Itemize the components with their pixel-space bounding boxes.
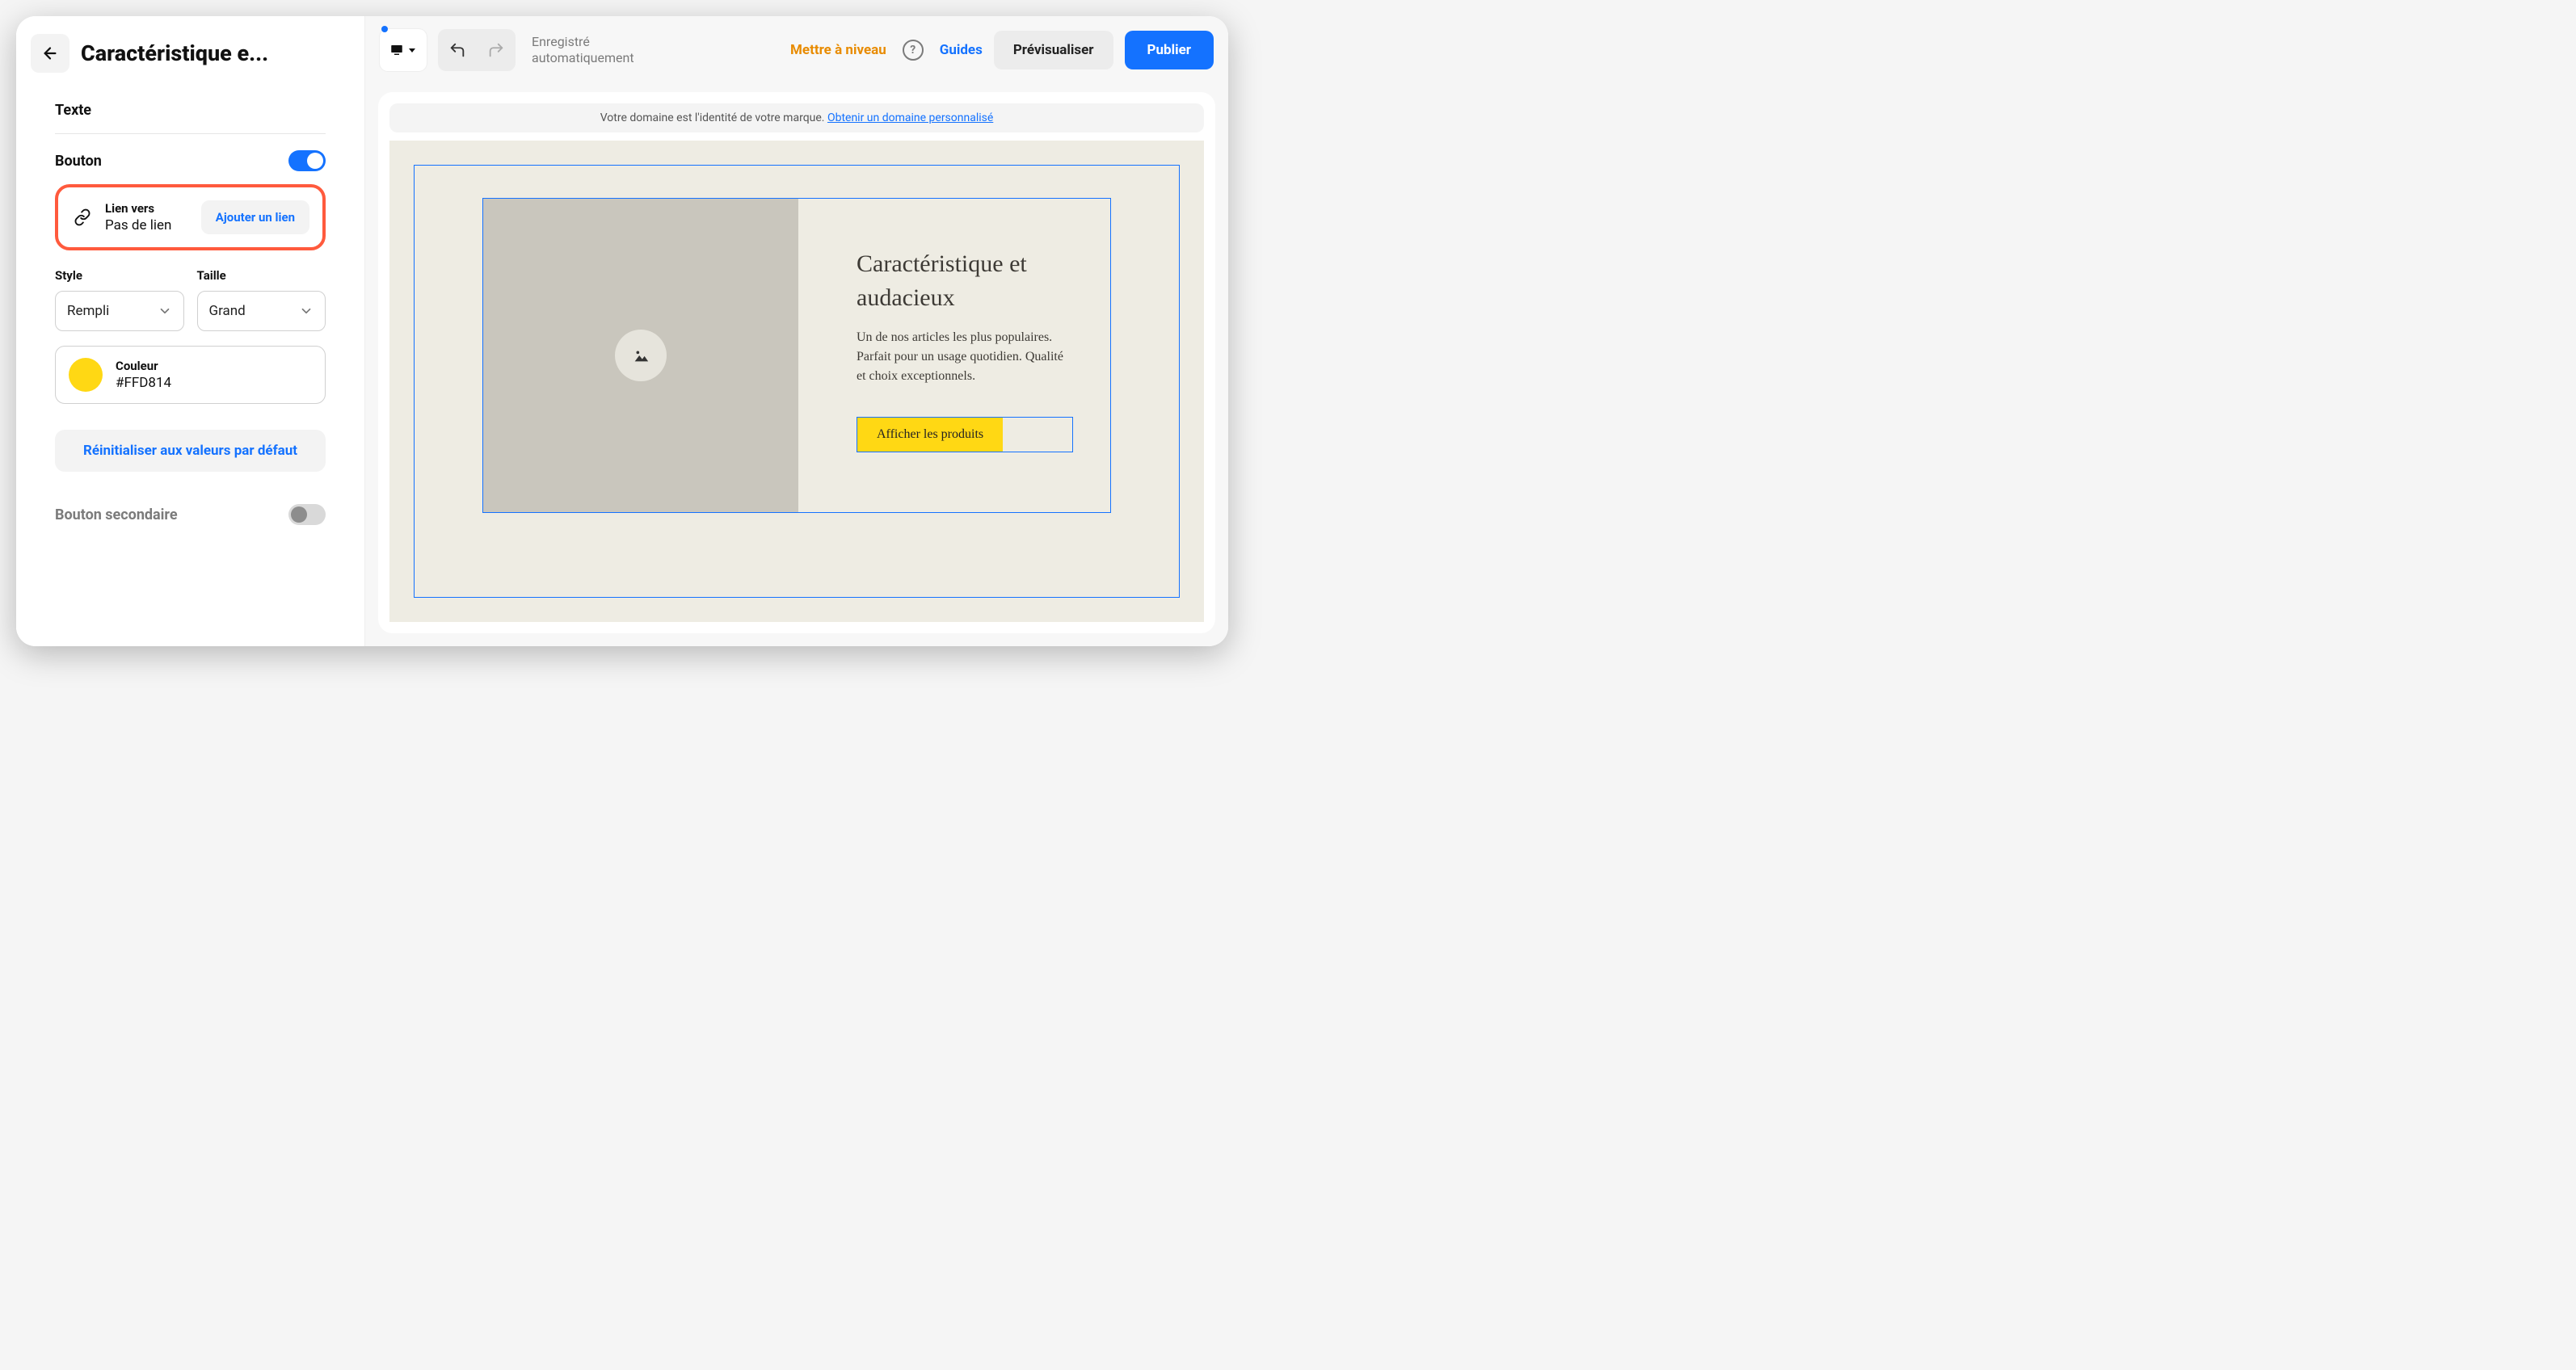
preview-button[interactable]: Prévisualiser bbox=[994, 31, 1113, 69]
style-field: Style Rempli bbox=[55, 268, 184, 331]
app-window: Caractéristique e... Texte Bouton Lien v… bbox=[16, 16, 1228, 646]
cta-selection[interactable]: Afficher les produits bbox=[857, 417, 1073, 452]
image-placeholder[interactable] bbox=[483, 199, 798, 512]
toggle-knob bbox=[307, 153, 323, 169]
main: Enregistré automatiquement Mettre à nive… bbox=[365, 16, 1228, 646]
help-icon[interactable]: ? bbox=[903, 40, 924, 61]
color-card[interactable]: Couleur #FFD814 bbox=[55, 346, 326, 404]
topbar: Enregistré automatiquement Mettre à nive… bbox=[365, 16, 1228, 84]
banner-link[interactable]: Obtenir un domaine personnalisé bbox=[827, 111, 993, 124]
size-field: Taille Grand bbox=[197, 268, 326, 331]
publish-button[interactable]: Publier bbox=[1125, 31, 1214, 69]
button-toggle[interactable] bbox=[288, 150, 326, 171]
content-column: Caractéristique et audacieux Un de nos a… bbox=[798, 199, 1110, 512]
caret-down-icon bbox=[407, 45, 417, 55]
canvas-content[interactable]: Caractéristique et audacieux Un de nos a… bbox=[389, 141, 1204, 622]
autosave-line1: Enregistré bbox=[532, 34, 634, 50]
autosave-status: Enregistré automatiquement bbox=[532, 34, 634, 66]
undo-button[interactable] bbox=[438, 29, 477, 71]
undo-icon bbox=[448, 41, 466, 59]
banner-text: Votre domaine est l'identité de votre ma… bbox=[600, 111, 827, 124]
link-icon bbox=[71, 206, 94, 229]
upgrade-link[interactable]: Mettre à niveau bbox=[790, 42, 886, 58]
divider bbox=[55, 133, 326, 134]
link-value: Pas de lien bbox=[105, 217, 190, 233]
device-selector[interactable] bbox=[380, 29, 427, 71]
text-section-title[interactable]: Texte bbox=[55, 90, 326, 132]
sidebar: Caractéristique e... Texte Bouton Lien v… bbox=[16, 16, 365, 646]
hero-title[interactable]: Caractéristique et audacieux bbox=[857, 247, 1073, 315]
domain-banner: Votre domaine est l'identité de votre ma… bbox=[389, 103, 1204, 132]
back-button[interactable] bbox=[31, 34, 69, 73]
page-title: Caractéristique e... bbox=[81, 40, 268, 66]
button-section-row: Bouton bbox=[55, 145, 326, 184]
link-card: Lien vers Pas de lien Ajouter un lien bbox=[68, 195, 313, 239]
link-highlight-box: Lien vers Pas de lien Ajouter un lien bbox=[55, 184, 326, 250]
chevron-down-icon bbox=[299, 304, 314, 318]
link-label-col: Lien vers Pas de lien bbox=[105, 201, 190, 233]
image-icon bbox=[632, 347, 650, 364]
canvas-area: Votre domaine est l'identité de votre ma… bbox=[365, 84, 1228, 646]
desktop-icon bbox=[389, 43, 404, 57]
color-label: Couleur bbox=[116, 359, 171, 373]
autosave-line2: automatiquement bbox=[532, 50, 634, 66]
style-size-row: Style Rempli Taille Grand bbox=[55, 268, 326, 331]
size-select[interactable]: Grand bbox=[197, 291, 326, 331]
color-col: Couleur #FFD814 bbox=[116, 359, 171, 391]
style-select[interactable]: Rempli bbox=[55, 291, 184, 331]
reset-button[interactable]: Réinitialiser aux valeurs par défaut bbox=[55, 430, 326, 472]
link-label: Lien vers bbox=[105, 201, 190, 216]
secondary-button-toggle[interactable] bbox=[288, 504, 326, 525]
color-swatch bbox=[69, 358, 103, 392]
redo-icon bbox=[487, 41, 505, 59]
size-label: Taille bbox=[197, 268, 326, 283]
sidebar-header: Caractéristique e... bbox=[16, 16, 364, 90]
style-value: Rempli bbox=[67, 303, 109, 319]
add-link-button[interactable]: Ajouter un lien bbox=[201, 200, 309, 234]
sidebar-body: Texte Bouton Lien vers Pas de lien Ajout… bbox=[16, 90, 364, 646]
selection-inner[interactable]: Caractéristique et audacieux Un de nos a… bbox=[482, 198, 1111, 513]
undo-redo-group bbox=[438, 29, 516, 71]
notification-dot-icon bbox=[381, 26, 388, 32]
secondary-button-row: Bouton secondaire bbox=[55, 472, 326, 525]
toggle-knob bbox=[291, 506, 307, 523]
size-value: Grand bbox=[209, 303, 246, 319]
hero-description[interactable]: Un de nos articles les plus populaires. … bbox=[857, 328, 1073, 386]
image-placeholder-circle bbox=[615, 330, 667, 381]
style-label: Style bbox=[55, 268, 184, 283]
selection-outer[interactable]: Caractéristique et audacieux Un de nos a… bbox=[414, 165, 1180, 598]
color-value: #FFD814 bbox=[116, 375, 171, 391]
arrow-left-icon bbox=[41, 44, 59, 62]
chevron-down-icon bbox=[158, 304, 172, 318]
button-section-title: Bouton bbox=[55, 153, 102, 170]
cta-button[interactable]: Afficher les produits bbox=[857, 418, 1003, 452]
canvas-card: Votre domaine est l'identité de votre ma… bbox=[378, 92, 1215, 633]
guides-link[interactable]: Guides bbox=[940, 42, 983, 58]
redo-button bbox=[477, 29, 516, 71]
secondary-button-label: Bouton secondaire bbox=[55, 506, 178, 523]
